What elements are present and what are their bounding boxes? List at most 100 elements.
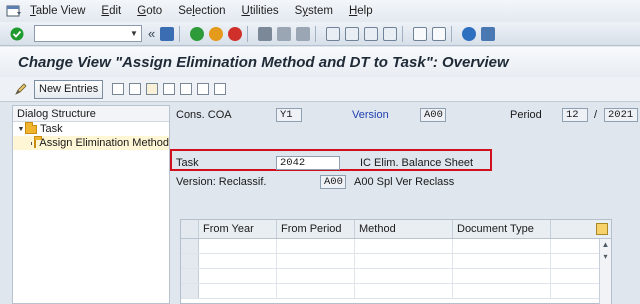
table-row[interactable] bbox=[181, 254, 611, 269]
toolbar-separator bbox=[315, 25, 317, 42]
previous-page-icon[interactable] bbox=[345, 26, 360, 41]
undo-change-icon[interactable] bbox=[146, 83, 159, 95]
table-row[interactable] bbox=[181, 284, 611, 299]
display-change-icon[interactable] bbox=[14, 82, 28, 96]
tree-node-assign-elimination-method[interactable]: Assign Elimination Method bbox=[13, 135, 169, 150]
row-selector[interactable] bbox=[181, 254, 199, 268]
table-settings-icon[interactable] bbox=[596, 223, 608, 235]
table-cell[interactable] bbox=[199, 269, 277, 283]
menu-utilities[interactable]: Utilities bbox=[242, 5, 279, 17]
table-cell[interactable] bbox=[277, 254, 355, 268]
menu-table-view[interactable]: Table View bbox=[30, 5, 85, 17]
tree-node-label: Assign Elimination Method bbox=[39, 137, 169, 149]
command-field[interactable]: ▼ bbox=[34, 25, 142, 42]
first-page-icon[interactable] bbox=[326, 26, 341, 41]
tree-node-task[interactable]: ▼ Task bbox=[13, 121, 169, 136]
cancel-icon[interactable] bbox=[228, 26, 243, 41]
select-block-icon[interactable] bbox=[180, 83, 193, 95]
folder-icon bbox=[25, 121, 37, 134]
row-selector[interactable] bbox=[181, 239, 199, 253]
print-icon[interactable] bbox=[258, 26, 273, 41]
table-cell[interactable] bbox=[355, 284, 453, 298]
version-reclassif-label: Version: Reclassif. bbox=[176, 176, 267, 188]
menu-bar: Table View Edit Goto Selection Utilities… bbox=[0, 0, 640, 22]
shortcut-icon[interactable] bbox=[432, 26, 447, 41]
select-all-icon[interactable] bbox=[163, 83, 176, 95]
menu-edit[interactable]: Edit bbox=[101, 5, 121, 17]
table-row[interactable] bbox=[181, 239, 611, 254]
table-cell[interactable] bbox=[453, 269, 551, 283]
table-cell[interactable] bbox=[199, 284, 277, 298]
column-header-method[interactable]: Method bbox=[355, 220, 453, 238]
toolbar-separator bbox=[451, 25, 453, 42]
copy-as-icon[interactable] bbox=[112, 83, 125, 95]
table-row[interactable] bbox=[181, 269, 611, 284]
detail-area: Cons. COA Y1 Version A00 Period 12 / 202… bbox=[170, 102, 640, 304]
menu-system[interactable]: System bbox=[295, 5, 333, 17]
exit-icon[interactable] bbox=[209, 26, 224, 41]
row-selector[interactable] bbox=[181, 284, 199, 298]
task-description: IC Elim. Balance Sheet bbox=[360, 157, 474, 169]
tree-expand-icon[interactable]: ▼ bbox=[17, 126, 25, 133]
task-field[interactable]: 2042 bbox=[276, 156, 340, 170]
row-selector[interactable] bbox=[181, 269, 199, 283]
help-icon[interactable] bbox=[462, 26, 477, 41]
menu-selection[interactable]: Selection bbox=[178, 5, 225, 17]
column-header-from-year[interactable]: From Year bbox=[199, 220, 277, 238]
table-cell[interactable] bbox=[277, 284, 355, 298]
column-header-document-type[interactable]: Document Type bbox=[453, 220, 551, 238]
table-cell[interactable] bbox=[453, 284, 551, 298]
column-header-from-period[interactable]: From Period bbox=[277, 220, 355, 238]
period-separator: / bbox=[594, 109, 598, 121]
dialog-structure-panel: Dialog Structure ▼ Task Assign Eliminati… bbox=[12, 105, 170, 304]
last-page-icon[interactable] bbox=[383, 26, 398, 41]
elimination-method-table: From Year From Period Method Document Ty… bbox=[180, 219, 612, 304]
deselect-all-icon[interactable] bbox=[197, 83, 210, 95]
application-toolbar: New Entries bbox=[0, 77, 640, 102]
table-cell[interactable] bbox=[355, 254, 453, 268]
version-field: A00 bbox=[420, 108, 446, 122]
table-cell[interactable] bbox=[453, 254, 551, 268]
toolbar-separator bbox=[247, 25, 249, 42]
open-folder-icon bbox=[34, 135, 44, 148]
back-icon[interactable] bbox=[190, 26, 205, 41]
table-header: From Year From Period Method Document Ty… bbox=[181, 220, 611, 239]
table-cell[interactable] bbox=[453, 239, 551, 253]
find-next-icon[interactable] bbox=[296, 26, 311, 41]
cons-coa-label: Cons. COA bbox=[176, 109, 232, 121]
scroll-up-icon[interactable]: ▾ bbox=[603, 251, 607, 263]
delete-icon[interactable] bbox=[129, 83, 142, 95]
version-reclassif-field: A00 bbox=[320, 175, 346, 189]
table-cell[interactable] bbox=[355, 269, 453, 283]
back-history-icon[interactable]: « bbox=[148, 26, 155, 41]
menu-help[interactable]: Help bbox=[349, 5, 373, 17]
menu-table-view-rest: able View bbox=[35, 5, 86, 17]
table-cell[interactable] bbox=[277, 239, 355, 253]
scroll-top-icon[interactable]: ▲ bbox=[602, 239, 610, 251]
table-cell[interactable] bbox=[277, 269, 355, 283]
chevron-down-icon[interactable]: ▼ bbox=[127, 26, 141, 41]
page-title: Change View "Assign Elimination Method a… bbox=[18, 53, 509, 71]
enter-check-icon[interactable] bbox=[10, 27, 24, 41]
cons-coa-field: Y1 bbox=[276, 108, 302, 122]
dialog-structure-header: Dialog Structure bbox=[13, 106, 169, 122]
period-field: 12 bbox=[562, 108, 588, 122]
version-label: Version bbox=[352, 109, 389, 121]
customize-layout-icon[interactable] bbox=[481, 26, 496, 41]
table-cell[interactable] bbox=[199, 254, 277, 268]
version-reclassif-description: A00 Spl Ver Reclass bbox=[354, 176, 455, 188]
find-icon[interactable] bbox=[277, 26, 292, 41]
table-cell[interactable] bbox=[199, 239, 277, 253]
table-cell[interactable] bbox=[355, 239, 453, 253]
sap-gui-menu-icon[interactable] bbox=[6, 4, 22, 18]
standard-toolbar: ▼ « bbox=[0, 22, 640, 46]
print-list-icon[interactable] bbox=[214, 83, 227, 95]
select-all-column[interactable] bbox=[181, 220, 199, 238]
period-label: Period bbox=[510, 109, 542, 121]
menu-goto[interactable]: Goto bbox=[137, 5, 162, 17]
new-session-icon[interactable] bbox=[413, 26, 428, 41]
new-entries-button[interactable]: New Entries bbox=[34, 79, 104, 99]
table-scrollbar[interactable]: ▲ ▾ bbox=[599, 239, 611, 304]
save-icon[interactable] bbox=[160, 26, 175, 41]
next-page-icon[interactable] bbox=[364, 26, 379, 41]
